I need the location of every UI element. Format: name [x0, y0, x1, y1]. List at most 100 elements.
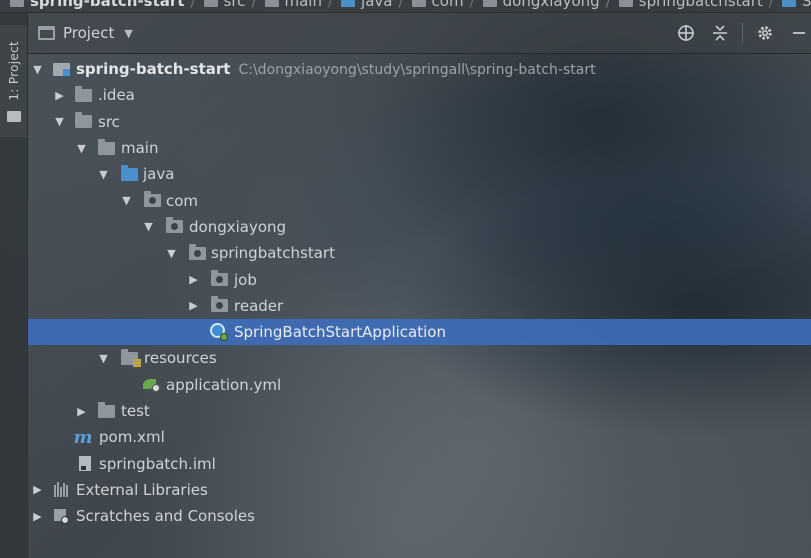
tree-row-resources[interactable]: ▼ resources — [28, 345, 811, 371]
package-icon — [188, 243, 206, 261]
package-icon — [210, 296, 228, 314]
tree-node-label: springbatch.iml — [99, 454, 216, 473]
breadcrumb-item-dongxiayong[interactable]: dongxiayong / — [482, 0, 619, 10]
tree-row-idea[interactable]: ▶ .idea — [28, 82, 811, 108]
tree-row-springbatchstart[interactable]: ▼ springbatchstart — [28, 240, 811, 266]
tree-row-application-yml[interactable]: application.yml — [28, 372, 811, 398]
source-folder-icon — [120, 164, 138, 182]
breadcrumb-item-main[interactable]: main / — [264, 0, 342, 10]
expand-arrow-icon[interactable]: ▶ — [32, 510, 43, 523]
spring-class-icon — [781, 0, 796, 7]
package-icon — [618, 0, 633, 7]
libraries-icon — [52, 482, 70, 498]
expand-arrow-icon[interactable]: ▼ — [32, 63, 43, 76]
expand-arrow-icon[interactable]: ▶ — [188, 299, 199, 312]
tree-row-project-root[interactable]: ▼ spring-batch-start C:\dongxiaoyong\stud… — [28, 56, 811, 82]
tree-node-label: SpringBatchStartApplication — [234, 323, 446, 342]
tree-node-label: Scratches and Consoles — [76, 507, 255, 526]
folder-icon — [74, 85, 92, 103]
breadcrumb-label: src — [223, 0, 246, 10]
expand-arrow-icon[interactable]: ▶ — [76, 405, 87, 418]
tree-row-springbatch-iml[interactable]: springbatch.iml — [28, 450, 811, 476]
folder-icon — [264, 0, 279, 7]
project-tree: ▼ spring-batch-start C:\dongxiaoyong\stud… — [28, 56, 811, 529]
breadcrumb-label: spring-batch-start — [30, 0, 185, 10]
navigation-bar: spring-batch-start / src / main / java /… — [0, 0, 811, 13]
project-panel-header: Project ▼ — [28, 13, 811, 54]
tree-node-label: External Libraries — [76, 480, 208, 499]
tree-row-springbatchstartapplication[interactable]: SpringBatchStartApplication — [28, 318, 811, 346]
chevron-down-icon: ▼ — [124, 26, 133, 40]
breadcrumb-item-com[interactable]: com / — [411, 0, 483, 10]
folder-icon — [7, 111, 21, 122]
breadcrumb-separator: / — [190, 0, 196, 10]
project-tab-label: 1: Project — [7, 41, 21, 101]
expand-arrow-icon[interactable]: ▼ — [54, 115, 65, 128]
folder-icon — [74, 112, 92, 130]
breadcrumb-item-springbatchstart[interactable]: springbatchstart / — [618, 0, 782, 10]
maven-icon: m — [73, 426, 93, 448]
breadcrumb-separator: / — [768, 0, 774, 10]
tree-node-label: application.yml — [166, 375, 282, 394]
project-view-selector[interactable]: Project ▼ — [38, 24, 133, 42]
tree-row-reader[interactable]: ▶ reader — [28, 293, 811, 319]
breadcrumb-label: com — [431, 0, 464, 10]
breadcrumb-item-application[interactable]: Spri — [781, 0, 811, 10]
expand-arrow-icon[interactable]: ▶ — [188, 273, 199, 286]
tree-row-external-libraries[interactable]: ▶ External Libraries — [28, 477, 811, 503]
expand-arrow-icon[interactable]: ▼ — [166, 247, 177, 260]
expand-arrow-icon[interactable]: ▶ — [54, 89, 65, 102]
breadcrumb: spring-batch-start / src / main / java /… — [10, 0, 811, 10]
tree-row-main[interactable]: ▼ main — [28, 135, 811, 161]
expand-arrow-icon[interactable]: ▼ — [98, 352, 109, 365]
settings-gear-icon[interactable] — [753, 22, 777, 44]
breadcrumb-separator: / — [327, 0, 334, 10]
panel-title: Project — [63, 24, 115, 42]
folder-icon — [203, 0, 218, 7]
breadcrumb-separator: / — [605, 0, 611, 10]
locate-icon[interactable] — [674, 22, 698, 44]
breadcrumb-label: main — [284, 0, 322, 10]
window-icon — [38, 26, 55, 40]
tree-row-src[interactable]: ▼ src — [28, 109, 811, 135]
tree-node-label: src — [98, 112, 120, 131]
breadcrumb-item-src[interactable]: src / — [203, 0, 265, 10]
tree-row-com[interactable]: ▼ com — [28, 187, 811, 213]
resources-folder-icon — [120, 348, 141, 367]
panel-toolbar — [664, 22, 811, 44]
tree-node-label: .idea — [98, 86, 135, 105]
tree-row-test[interactable]: ▶ test — [28, 398, 811, 424]
tree-node-label: pom.xml — [99, 428, 165, 447]
tree-node-label: main — [121, 139, 159, 158]
expand-arrow-icon[interactable]: ▶ — [32, 483, 43, 496]
tree-row-dongxiayong[interactable]: ▼ dongxiayong — [28, 214, 811, 240]
expand-arrow-icon[interactable]: ▼ — [76, 142, 87, 155]
project-tool-tab[interactable]: 1: Project — [0, 25, 27, 137]
collapse-all-icon[interactable] — [708, 22, 732, 44]
breadcrumb-item-java[interactable]: java / — [341, 0, 412, 10]
expand-arrow-icon[interactable]: ▼ — [121, 194, 132, 207]
breadcrumb-separator: / — [251, 0, 257, 10]
tree-node-label: resources — [144, 349, 217, 368]
tree-node-label: reader — [234, 296, 284, 315]
hide-minus-icon[interactable] — [787, 22, 811, 44]
tree-node-label: java — [143, 165, 175, 184]
tree-node-label: test — [121, 402, 150, 420]
expand-arrow-icon[interactable]: ▼ — [98, 168, 109, 181]
source-folder-icon — [341, 0, 356, 7]
toolbar-divider — [742, 23, 743, 43]
spring-config-icon — [142, 377, 160, 393]
spring-boot-class-icon — [210, 323, 228, 342]
tree-node-label: springbatchstart — [211, 244, 335, 263]
tree-row-java[interactable]: ▼ java — [28, 161, 811, 187]
breadcrumb-label: dongxiayong — [502, 0, 600, 10]
module-file-icon — [76, 456, 94, 472]
breadcrumb-label: Spri — [801, 0, 811, 10]
expand-arrow-icon[interactable]: ▼ — [143, 220, 154, 233]
breadcrumb-item-project[interactable]: spring-batch-start / — [10, 0, 204, 10]
tree-row-job[interactable]: ▶ job — [28, 266, 811, 292]
tree-node-label: com — [166, 191, 199, 210]
tree-row-pom-xml[interactable]: m pom.xml — [28, 424, 811, 450]
folder-icon — [97, 401, 115, 419]
tree-row-scratches[interactable]: ▶ Scratches and Consoles — [28, 503, 811, 529]
